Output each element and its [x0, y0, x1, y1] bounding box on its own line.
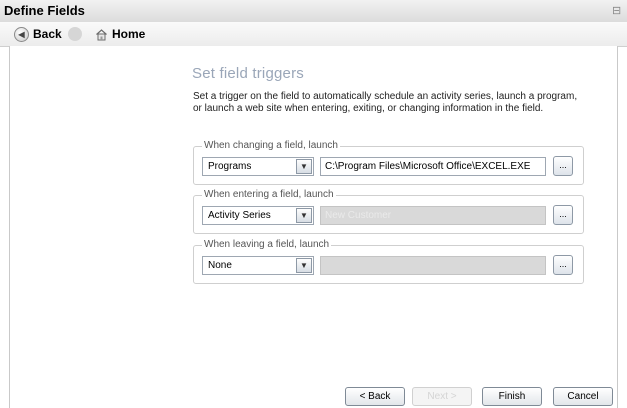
finish-button[interactable]: Finish: [482, 387, 542, 406]
changing-trigger-path-value: C:\Program Files\Microsoft Office\EXCEL.…: [325, 161, 531, 172]
leaving-trigger-group: When leaving a field, launch None ▼ ...: [193, 239, 584, 284]
page-heading: Set field triggers: [192, 65, 304, 82]
changing-trigger-select[interactable]: Programs ▼: [202, 157, 314, 176]
leaving-trigger-select[interactable]: None ▼: [202, 256, 314, 275]
chevron-down-icon[interactable]: ▼: [296, 258, 312, 273]
next-button[interactable]: Next >: [412, 387, 472, 406]
back-arrow-icon: ◀: [14, 26, 29, 42]
entering-trigger-legend: When entering a field, launch: [202, 189, 336, 200]
changing-trigger-value: Programs: [208, 161, 252, 172]
forward-nav-icon: [68, 27, 82, 41]
title-bar: Define Fields ⊟: [0, 0, 627, 23]
chevron-down-icon[interactable]: ▼: [296, 159, 312, 174]
cancel-button[interactable]: Cancel: [553, 387, 613, 406]
leaving-trigger-path-field[interactable]: [320, 256, 546, 275]
changing-trigger-browse-button[interactable]: ...: [553, 156, 573, 176]
changing-trigger-legend: When changing a field, launch: [202, 140, 340, 151]
home-nav-button[interactable]: Home: [95, 25, 145, 43]
entering-trigger-group: When entering a field, launch Activity S…: [193, 189, 584, 234]
entering-trigger-browse-button[interactable]: ...: [553, 205, 573, 225]
entering-trigger-path-value: New Customer: [325, 210, 392, 221]
home-icon: [96, 28, 107, 40]
back-nav-label: Back: [33, 27, 62, 41]
entering-trigger-path-field[interactable]: New Customer: [320, 206, 546, 225]
entering-trigger-select[interactable]: Activity Series ▼: [202, 206, 314, 225]
window-title: Define Fields: [4, 3, 85, 18]
changing-trigger-path-field[interactable]: C:\Program Files\Microsoft Office\EXCEL.…: [320, 157, 546, 176]
resize-icon[interactable]: ⊟: [612, 4, 624, 17]
navigation-bar: ◀ Back Home: [0, 22, 627, 47]
leaving-trigger-browse-button[interactable]: ...: [553, 255, 573, 275]
entering-trigger-value: Activity Series: [208, 210, 271, 221]
changing-trigger-group: When changing a field, launch Programs ▼…: [193, 140, 584, 185]
home-nav-label: Home: [112, 27, 146, 41]
chevron-down-icon[interactable]: ▼: [296, 208, 312, 223]
page-description: Set a trigger on the field to automatica…: [193, 91, 578, 114]
back-button[interactable]: < Back: [345, 387, 405, 406]
leaving-trigger-legend: When leaving a field, launch: [202, 239, 332, 250]
back-nav-button[interactable]: ◀ Back: [14, 25, 62, 43]
leaving-trigger-value: None: [208, 260, 232, 271]
